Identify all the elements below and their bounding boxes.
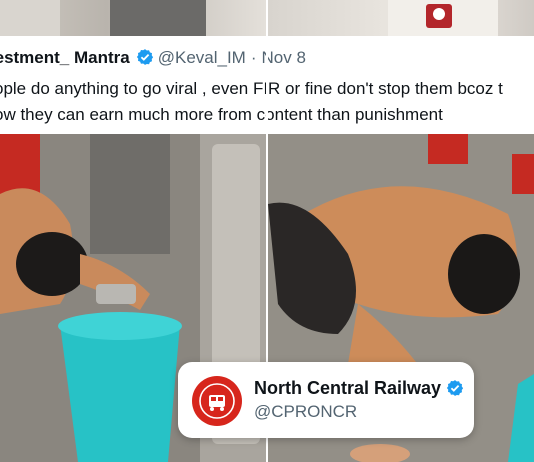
author-name[interactable]: restment_ Mantra: [0, 48, 130, 67]
photo-top-left: [0, 0, 266, 36]
verified-badge-icon: [446, 379, 464, 402]
indian-railways-logo-icon: [192, 376, 242, 426]
wall-scene-top-left: [0, 0, 206, 36]
wall-scene-top-right: [388, 0, 498, 36]
quoted-account-card[interactable]: North Central Railway @CPRONCR: [178, 362, 474, 438]
separator-dot: ·: [250, 48, 257, 67]
verified-badge-icon: [136, 48, 154, 71]
quoted-account-handle[interactable]: @CPRONCR: [254, 402, 357, 422]
tweet-header: restment_ Mantra @Keval_IM · Nov 8: [0, 48, 306, 71]
tweet-date[interactable]: Nov 8: [262, 48, 306, 67]
quoted-account-name[interactable]: North Central Railway: [254, 378, 464, 402]
photo-top-right: [268, 0, 534, 36]
author-handle[interactable]: @Keval_IM: [158, 48, 246, 67]
